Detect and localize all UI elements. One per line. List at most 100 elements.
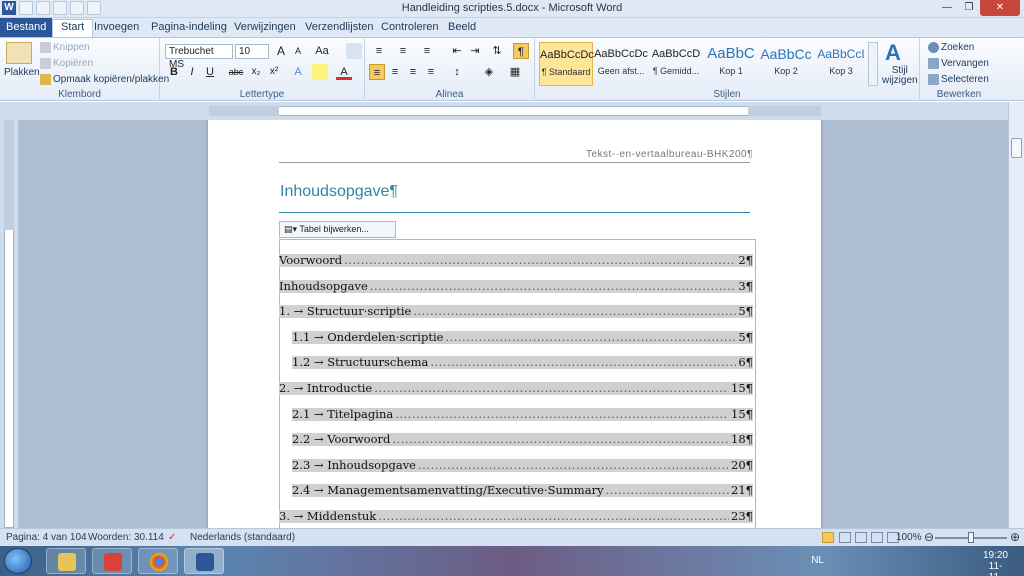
style-gemiddeld[interactable]: AaBbCcD ¶ Gemidd... bbox=[649, 42, 703, 86]
toc-entry-page: 21¶ bbox=[731, 484, 753, 497]
align-right-icon[interactable]: ≡ bbox=[405, 64, 421, 80]
apps-taskbar-button[interactable] bbox=[92, 548, 132, 574]
zoom-in-icon[interactable]: ⊕ bbox=[1010, 530, 1020, 544]
change-case-button[interactable]: Aa bbox=[312, 43, 332, 59]
tab-page-layout[interactable]: Pagina-indeling bbox=[143, 20, 235, 34]
toc-toolbar[interactable]: ▤▾ Tabel bijwerken... bbox=[279, 221, 396, 238]
horizontal-ruler[interactable] bbox=[0, 102, 1024, 120]
style-label: ¶ Gemidd... bbox=[652, 66, 700, 76]
toc-entry[interactable]: 2.3 → Inhoudsopgave.....................… bbox=[292, 459, 753, 472]
toc-entry[interactable]: 2.4 → Managementsamenvatting/Executive·S… bbox=[292, 484, 753, 497]
bullets-icon[interactable]: ≡ bbox=[369, 43, 389, 59]
toc-entry[interactable]: 2. → Introductie........................… bbox=[279, 382, 753, 395]
justify-icon[interactable]: ≡ bbox=[423, 64, 439, 80]
toc-entry[interactable]: 3. → Middenstuk.........................… bbox=[279, 510, 753, 523]
italic-button[interactable]: I bbox=[184, 64, 200, 80]
word-taskbar-button[interactable] bbox=[184, 548, 224, 574]
align-center-icon[interactable]: ≡ bbox=[387, 64, 403, 80]
zoom-level[interactable]: 100% bbox=[896, 532, 922, 543]
web-layout-icon[interactable] bbox=[855, 532, 867, 543]
close-icon[interactable]: ✕ bbox=[980, 0, 1020, 16]
bold-button[interactable]: B bbox=[166, 64, 182, 80]
clear-formatting-icon[interactable] bbox=[346, 43, 362, 59]
proofing-icon[interactable]: ✓ bbox=[168, 532, 176, 543]
font-name-combo[interactable]: Trebuchet MS bbox=[165, 44, 233, 70]
style-kop-1[interactable]: AaBbC Kop 1 bbox=[704, 42, 758, 86]
grow-font-button[interactable]: A bbox=[273, 43, 289, 59]
decrease-indent-icon[interactable]: ⇤ bbox=[449, 43, 465, 59]
toc-entry[interactable]: Voorwoord...............................… bbox=[279, 254, 753, 267]
style-geen-afstand[interactable]: AaBbCcDc Geen afst... bbox=[594, 42, 648, 86]
strikethrough-button[interactable]: abc bbox=[226, 64, 246, 80]
highlight-icon[interactable] bbox=[312, 64, 328, 80]
tab-insert[interactable]: Invoegen bbox=[86, 20, 147, 34]
increase-indent-icon[interactable]: ⇥ bbox=[467, 43, 483, 59]
zoom-out-icon[interactable]: ⊖ bbox=[924, 530, 934, 544]
line-spacing-icon[interactable]: ↕ bbox=[447, 64, 467, 80]
update-table-button[interactable]: Tabel bijwerken... bbox=[299, 224, 369, 234]
print-layout-icon[interactable] bbox=[822, 532, 834, 543]
font-color-button[interactable]: A bbox=[336, 64, 352, 80]
style-standaard[interactable]: AaBbCcDc ¶ Standaard bbox=[539, 42, 594, 86]
select-button[interactable]: Selecteren bbox=[928, 74, 989, 85]
font-size-combo[interactable]: 10 bbox=[235, 44, 269, 59]
shrink-font-button[interactable]: A bbox=[290, 43, 306, 59]
show-formatting-button[interactable]: ¶ bbox=[513, 43, 529, 59]
tab-references[interactable]: Verwijzingen bbox=[226, 20, 304, 34]
start-button[interactable] bbox=[4, 548, 32, 574]
toc-entry[interactable]: 1.1 → Onderdelen·scriptie...............… bbox=[292, 331, 753, 344]
cut-button[interactable]: Knippen bbox=[40, 42, 90, 53]
toc-menu-icon[interactable]: ▤▾ bbox=[284, 224, 297, 234]
word-count[interactable]: Woorden: 30.114 bbox=[88, 532, 164, 543]
vertical-scrollbar[interactable] bbox=[1008, 102, 1024, 528]
minimize-icon[interactable]: — bbox=[936, 0, 958, 16]
multilevel-list-icon[interactable]: ≡ bbox=[417, 43, 437, 59]
full-screen-reading-icon[interactable] bbox=[839, 532, 851, 543]
replace-button[interactable]: Vervangen bbox=[928, 58, 989, 69]
style-kop-3[interactable]: AaBbCcI Kop 3 bbox=[814, 42, 868, 86]
style-kop-2[interactable]: AaBbCc Kop 2 bbox=[759, 42, 813, 86]
underline-button[interactable]: U bbox=[202, 64, 218, 80]
restore-icon[interactable]: ❐ bbox=[958, 0, 980, 16]
copy-button[interactable]: Kopiëren bbox=[40, 58, 93, 69]
system-clock[interactable]: 19:20 11-11-2015 bbox=[983, 550, 1008, 576]
language-indicator[interactable]: Nederlands (standaard) bbox=[190, 532, 295, 543]
input-language[interactable]: NL bbox=[811, 555, 824, 566]
toc-entry[interactable]: 1. → Structuur·scriptie.................… bbox=[279, 305, 753, 318]
paste-button[interactable]: Plakken bbox=[4, 67, 40, 78]
ribbon-tabs: Bestand Start Invoegen Pagina-indeling V… bbox=[0, 18, 1024, 37]
toc-entry[interactable]: 1.2 → Structuurschema...................… bbox=[292, 356, 753, 369]
toc-entry[interactable]: 2.1 → Titelpagina.......................… bbox=[292, 408, 753, 421]
tab-file[interactable]: Bestand bbox=[0, 18, 53, 37]
change-styles-icon[interactable]: A bbox=[885, 40, 901, 66]
toc-entry[interactable]: 2.2 → Voorwoord.........................… bbox=[292, 433, 753, 446]
superscript-button[interactable]: x² bbox=[266, 64, 282, 80]
borders-icon[interactable]: ▦ bbox=[505, 64, 525, 80]
numbering-icon[interactable]: ≡ bbox=[393, 43, 413, 59]
toc-entry[interactable]: Inhoudsopgave...........................… bbox=[279, 280, 753, 293]
sort-icon[interactable]: ⇅ bbox=[489, 43, 505, 59]
outline-icon[interactable] bbox=[871, 532, 883, 543]
shading-icon[interactable]: ◈ bbox=[479, 64, 499, 80]
explorer-taskbar-button[interactable] bbox=[46, 548, 86, 574]
styles-gallery-scroll[interactable] bbox=[868, 42, 878, 86]
scrollbar-thumb[interactable] bbox=[1011, 138, 1022, 158]
text-effects-icon[interactable]: A bbox=[290, 64, 306, 80]
document-page[interactable]: Tekst-·en-vertaalbureau-BHK200¶ Inhoudso… bbox=[208, 120, 821, 528]
paste-icon[interactable] bbox=[6, 42, 32, 64]
tab-view[interactable]: Beeld bbox=[440, 20, 484, 34]
tab-review[interactable]: Controleren bbox=[373, 20, 446, 34]
tab-mailings[interactable]: Verzendlijsten bbox=[297, 20, 382, 34]
page-count[interactable]: Pagina: 4 van 104 bbox=[6, 532, 87, 543]
subscript-button[interactable]: x₂ bbox=[248, 64, 264, 80]
change-styles-button[interactable]: Stijl wijzigen bbox=[882, 66, 918, 86]
vertical-ruler[interactable] bbox=[0, 120, 18, 528]
change-styles-line2: wijzigen bbox=[882, 75, 918, 86]
toc-entry-title: 2.1 → Titelpagina bbox=[292, 408, 394, 421]
zoom-slider-thumb[interactable] bbox=[968, 532, 974, 543]
toc-entry-page: 5¶ bbox=[738, 305, 753, 318]
find-button[interactable]: Zoeken bbox=[928, 42, 974, 53]
chrome-taskbar-button[interactable] bbox=[138, 548, 178, 574]
align-left-icon[interactable]: ≡ bbox=[369, 64, 385, 80]
format-painter-button[interactable]: Opmaak kopiëren/plakken bbox=[40, 74, 169, 85]
